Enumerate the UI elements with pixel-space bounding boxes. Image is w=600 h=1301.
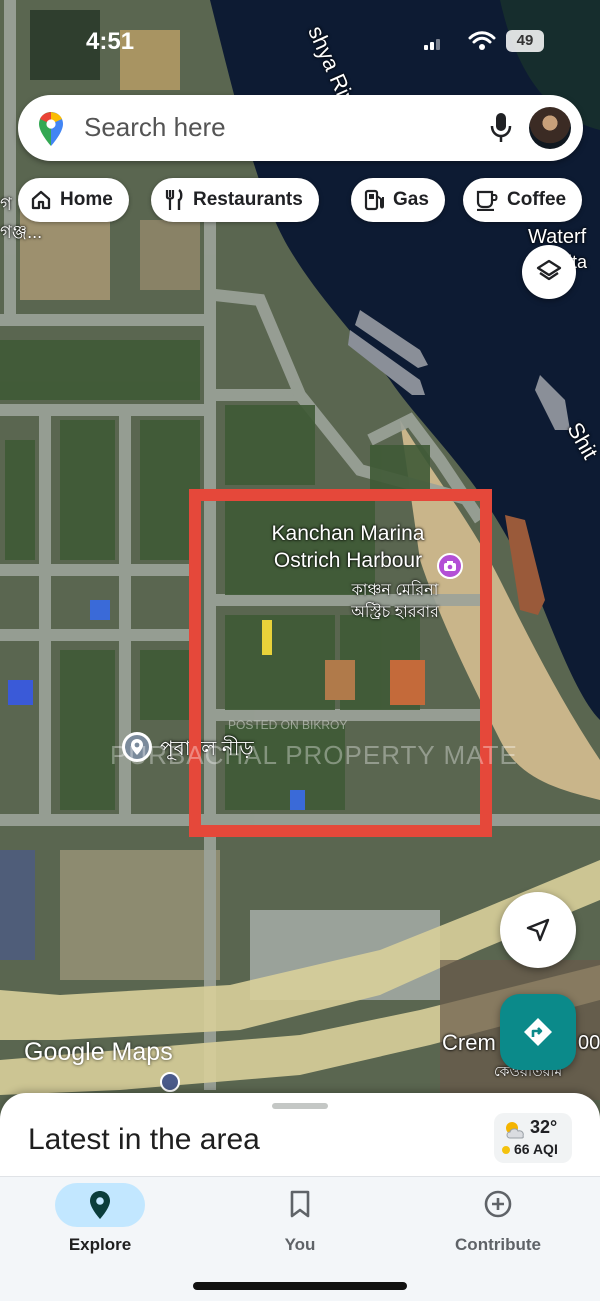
microphone-icon[interactable] <box>488 111 514 145</box>
chip-label: Coffee <box>507 189 567 210</box>
highlight-rectangle <box>189 489 492 837</box>
location-pin-icon <box>90 1191 110 1219</box>
nav-label: Explore <box>68 1235 132 1254</box>
directions-icon <box>524 1018 552 1046</box>
category-chips: Home Restaurants Gas Coffee <box>18 178 600 222</box>
search-input[interactable]: Search here <box>84 112 226 143</box>
my-location-button[interactable] <box>500 892 576 968</box>
left-edge-label: গ <box>0 194 12 214</box>
avatar[interactable] <box>529 107 571 149</box>
chip-label: Restaurants <box>193 189 303 210</box>
chip-label: Home <box>60 189 113 210</box>
coffee-cup-icon <box>476 190 498 211</box>
signal-icon <box>424 39 440 50</box>
bookmark-icon <box>290 1190 310 1218</box>
battery-indicator: 49 <box>506 30 544 52</box>
home-indicator[interactable] <box>193 1282 407 1290</box>
chip-gas[interactable]: Gas <box>351 178 445 222</box>
google-maps-attribution: Google Maps <box>24 1038 173 1066</box>
left-edge-label-2: গঞ্জ... <box>0 222 43 242</box>
nav-label: Contribute <box>455 1235 541 1254</box>
google-maps-pin-icon <box>39 112 63 146</box>
fork-knife-icon <box>165 189 183 210</box>
chip-home[interactable]: Home <box>18 178 129 222</box>
nav-label: You <box>284 1235 316 1254</box>
home-icon <box>31 190 51 210</box>
chip-restaurants[interactable]: Restaurants <box>151 178 319 222</box>
layers-button[interactable] <box>522 245 576 299</box>
status-bar: 4:51 49 <box>0 0 600 82</box>
nav-contribute[interactable]: Contribute <box>408 1177 588 1277</box>
aqi-dot <box>502 1146 510 1154</box>
gas-pump-icon <box>364 189 384 211</box>
weather-aqi: 66 AQI <box>502 1141 558 1157</box>
search-bar[interactable]: Search here <box>18 95 583 161</box>
watermark-small: POSTED ON BIKROY <box>228 718 348 732</box>
transit-icon[interactable] <box>160 1072 180 1092</box>
watermark: PURBACHAL PROPERTY MATE <box>110 740 518 770</box>
directions-button[interactable] <box>500 994 576 1070</box>
layers-icon <box>536 259 562 281</box>
navigation-arrow-icon <box>526 918 550 942</box>
chip-label: Gas <box>393 189 429 210</box>
sheet-drag-handle[interactable] <box>272 1103 328 1109</box>
weather-badge[interactable]: 32° 66 AQI <box>494 1113 572 1163</box>
partly-cloudy-icon <box>506 1122 524 1139</box>
weather-temp: 32° <box>530 1117 558 1137</box>
chip-coffee[interactable]: Coffee <box>463 178 583 222</box>
wifi-icon <box>468 31 496 50</box>
status-time: 4:51 <box>86 28 135 55</box>
cremation-label-2: 00 <box>578 1032 600 1054</box>
sheet-title: Latest in the area <box>28 1123 260 1156</box>
nav-you[interactable]: You <box>210 1177 390 1277</box>
cremation-label: Crem <box>442 1030 496 1055</box>
nav-explore[interactable]: Explore <box>10 1177 190 1277</box>
aqi-value: 66 AQI <box>514 1141 558 1157</box>
add-circle-icon <box>484 1190 512 1218</box>
